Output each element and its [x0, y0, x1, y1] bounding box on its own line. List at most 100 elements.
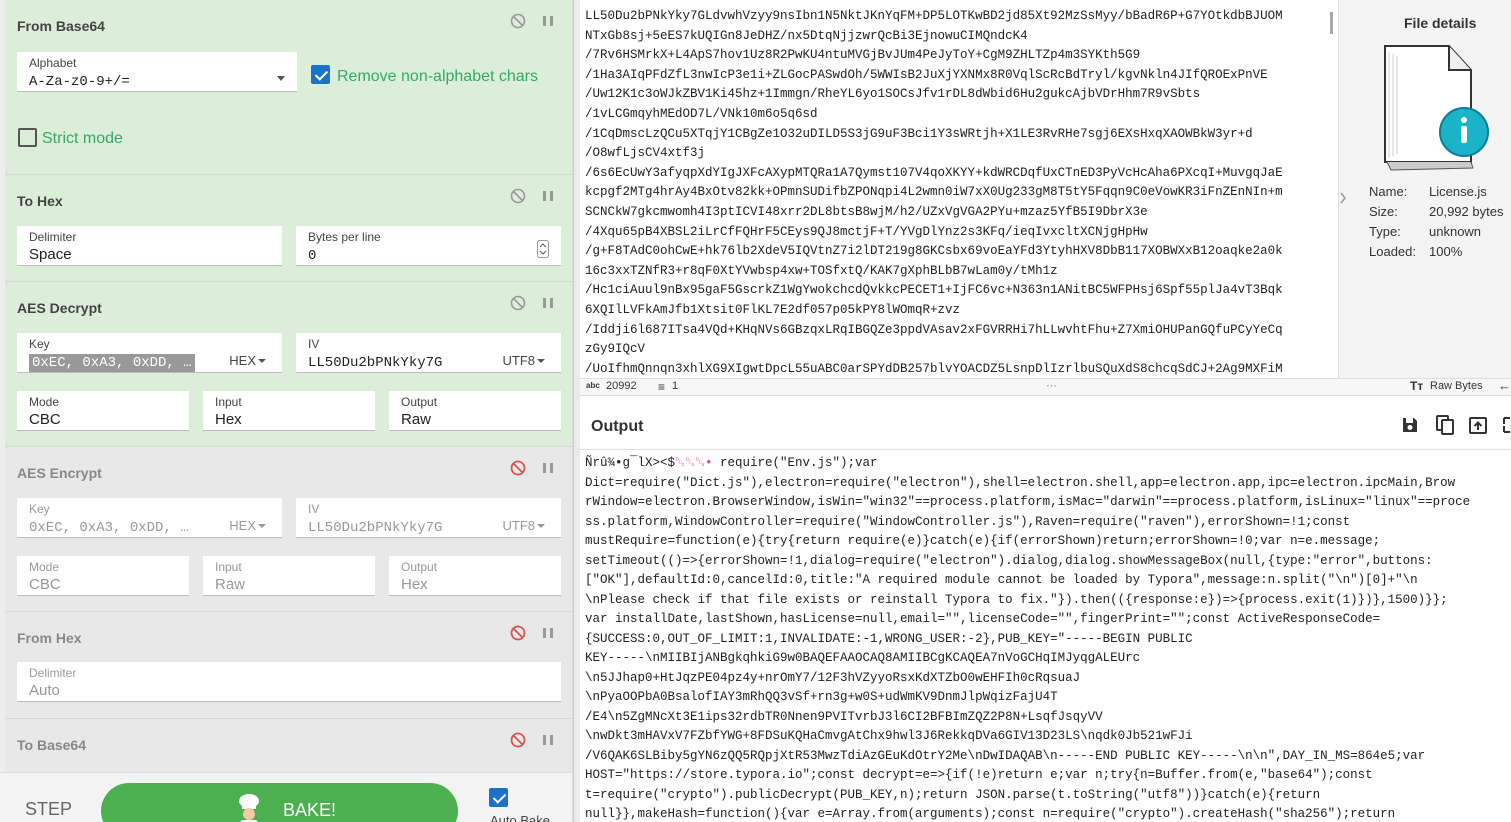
- step-button[interactable]: STEP: [25, 799, 72, 820]
- disable-icon[interactable]: [509, 459, 527, 477]
- input-textarea[interactable]: LL50Du2bPNkYky7GLdvwhVzyy9nsIbn1N5NktJKn…: [585, 7, 1330, 377]
- op-to-hex[interactable]: To Hex Delimiter Space Bytes per line 0: [5, 175, 572, 282]
- chevron-down-icon: [258, 359, 266, 363]
- pause-icon[interactable]: [539, 624, 557, 642]
- recipe-panel: From Base64 Alphabet A-Za-z0-9+/= Remove…: [0, 0, 573, 822]
- replace-input-icon[interactable]: [1468, 415, 1488, 435]
- input-format-select[interactable]: Input Raw: [203, 556, 375, 596]
- output-line: \nwDkt3mHAVxV7FZbfYWG+8FDSuKQHaCmvgAtChx…: [585, 729, 1193, 743]
- input-format-value: Hex: [215, 411, 242, 428]
- key-field[interactable]: Key 0xEC, 0xA3, 0xDD, … HEX: [17, 498, 282, 538]
- input-line: kcpgf2MTg4hrAy4BxOtv82kk+OPmnSUDifbZPONq…: [585, 185, 1283, 200]
- input-line: /UoIfhmQnnqn3xhlXG9XIgwtDpcL55uABC0arSPY…: [585, 361, 1283, 376]
- file-name-value: License.js: [1429, 184, 1487, 199]
- output-line: ["OK"],defaultId:0,cancelId:0,title:"A r…: [585, 573, 1418, 587]
- output-line: Dict=require("Dict.js"),electron=require…: [585, 475, 1456, 490]
- file-icon: [1384, 45, 1489, 171]
- output-line: t=require("crypto").publicDecrypt(PUB_KE…: [585, 787, 1321, 802]
- input-line: /6s6EcUwY3afyqpXdYIgJXFcAXypMTQRa1A7Qyms…: [585, 165, 1283, 180]
- bytes-per-line-field[interactable]: Bytes per line 0: [296, 226, 561, 266]
- output-format-label: Output: [401, 395, 438, 409]
- input-pane[interactable]: LL50Du2bPNkYky7GLdvwhVzyy9nsIbn1N5NktJKn…: [580, 0, 1338, 378]
- input-line: SCNCkW7gkcmwomh4I3ptICVI48xrr2DL8btsB8wj…: [585, 204, 1148, 219]
- input-scrollbar[interactable]: [1330, 12, 1333, 34]
- op-from-base64[interactable]: From Base64 Alphabet A-Za-z0-9+/= Remove…: [5, 0, 572, 175]
- disable-icon[interactable]: [509, 624, 527, 642]
- pause-icon[interactable]: [539, 187, 557, 205]
- input-line: /Uw12K1c3oWJkZBV1Ki45hz+1Immgn/RheYL6yo1…: [585, 87, 1201, 102]
- delimiter-value: Auto: [29, 682, 60, 699]
- output-line: var installDate,lastShown,hasLicense=nul…: [585, 612, 1381, 626]
- autobake-checkbox[interactable]: [489, 788, 508, 807]
- bake-button[interactable]: BAKE!: [101, 783, 458, 822]
- pause-icon[interactable]: [539, 294, 557, 312]
- iv-field[interactable]: IV LL50Du2bPNkYky7G UTF8: [296, 333, 561, 373]
- op-title: From Hex: [17, 630, 82, 646]
- input-format-select[interactable]: Input Hex: [203, 391, 375, 431]
- input-line: /1Ha3AIqPFdZfL3nwIcP3e1i+ZLGocPASwdOh/5W…: [585, 67, 1268, 82]
- delimiter-value: Space: [29, 246, 72, 263]
- bytes-per-line-label: Bytes per line: [308, 230, 381, 244]
- output-format-label: Output: [401, 560, 438, 574]
- delimiter-field[interactable]: Delimiter Space: [17, 226, 282, 266]
- mode-select[interactable]: Mode CBC: [17, 391, 189, 431]
- stepper-icon[interactable]: [537, 240, 549, 258]
- maximise-icon[interactable]: [1502, 415, 1511, 435]
- text-format-icon[interactable]: Tт: [1410, 379, 1423, 393]
- output-format-select[interactable]: Output Raw: [389, 391, 561, 431]
- collapse-arrow-icon[interactable]: [1339, 190, 1347, 206]
- input-line: 16c3xxTZNfR3+r8qF0XtYVwbsp4xw+TOSfxtQ/KA…: [585, 263, 1058, 278]
- op-to-base64[interactable]: To Base64: [5, 719, 572, 779]
- copy-icon[interactable]: [1434, 414, 1456, 436]
- line-count: 1: [672, 380, 679, 392]
- disable-icon[interactable]: [509, 294, 527, 312]
- input-format-label: Input: [215, 560, 242, 574]
- input-line: /Hc1ciAuul9nBx95gaF5GscrkZ1WgYwokchcdQvk…: [585, 283, 1283, 298]
- chevron-down-icon: [277, 76, 285, 81]
- char-count-icon: abc: [586, 381, 600, 390]
- key-format[interactable]: HEX: [229, 518, 256, 533]
- pause-icon[interactable]: [539, 459, 557, 477]
- chevron-down-icon: [537, 524, 545, 528]
- iv-format[interactable]: UTF8: [503, 353, 536, 368]
- strict-mode-label: Strict mode: [42, 130, 123, 147]
- iv-field[interactable]: IV LL50Du2bPNkYky7G UTF8: [296, 498, 561, 538]
- delimiter-field[interactable]: Delimiter Auto: [17, 662, 561, 702]
- iv-format[interactable]: UTF8: [503, 518, 536, 533]
- output-title: Output: [591, 418, 644, 435]
- key-field[interactable]: Key 0xEC, 0xA3, 0xDD, … HEX: [17, 333, 282, 373]
- pause-icon[interactable]: [539, 12, 557, 30]
- input-format-value: Raw: [215, 576, 246, 593]
- output-textarea[interactable]: Ñrû¾•g¯lX><$␒␓␔• require("Env.js");var Di…: [585, 454, 1511, 822]
- strict-mode-checkbox[interactable]: [18, 128, 37, 147]
- disable-icon[interactable]: [509, 731, 527, 749]
- eol-arrow-icon[interactable]: ←: [1498, 378, 1511, 393]
- op-aes-decrypt[interactable]: AES Decrypt Key 0xEC, 0xA3, 0xDD, … HEX …: [5, 282, 572, 447]
- output-header: Output: [580, 396, 1511, 450]
- raw-bytes-label[interactable]: Raw Bytes: [1430, 380, 1483, 392]
- file-size-value: 20,992 bytes: [1429, 204, 1504, 219]
- op-aes-encrypt[interactable]: AES Encrypt Key 0xEC, 0xA3, 0xDD, … HEX …: [5, 447, 572, 612]
- file-type-label: Type:: [1369, 224, 1401, 239]
- disable-icon[interactable]: [509, 12, 527, 30]
- key-format[interactable]: HEX: [229, 353, 256, 368]
- output-line: KEY-----\nMIIBIjANBgkqhkiG9w0BAQEFAAOCAQ…: [585, 651, 1141, 665]
- alphabet-label: Alphabet: [29, 56, 77, 70]
- output-format-select[interactable]: Output Hex: [389, 556, 561, 596]
- remove-nonalpha-checkbox[interactable]: [311, 65, 330, 84]
- alphabet-select[interactable]: Alphabet A-Za-z0-9+/=: [17, 52, 297, 92]
- iv-label: IV: [308, 502, 320, 516]
- op-from-hex[interactable]: From Hex Delimiter Auto: [5, 612, 572, 719]
- save-icon[interactable]: [1401, 416, 1419, 434]
- file-details-panel: File details Name: License.js Size: 20,9…: [1338, 0, 1511, 378]
- mode-select[interactable]: Mode CBC: [17, 556, 189, 596]
- op-title: AES Encrypt: [17, 465, 102, 481]
- drag-handle-icon[interactable]: ⋯: [1046, 379, 1058, 392]
- input-status-bar: abc 20992 ≡ 1 ⋯ Tт Raw Bytes ←: [580, 378, 1511, 396]
- input-line: /Iddji6l687ITsa4VQd+KHqNVs6GBzqxLRqIBGQZ…: [585, 322, 1283, 337]
- disable-icon[interactable]: [509, 187, 527, 205]
- pause-icon[interactable]: [539, 731, 557, 749]
- iv-value: LL50Du2bPNkYky7G: [308, 520, 443, 536]
- output-line: {SUCCESS:0,OUT_OF_LIMIT:1,INVALIDATE:-1,…: [585, 631, 1193, 646]
- vertical-splitter[interactable]: [573, 0, 580, 822]
